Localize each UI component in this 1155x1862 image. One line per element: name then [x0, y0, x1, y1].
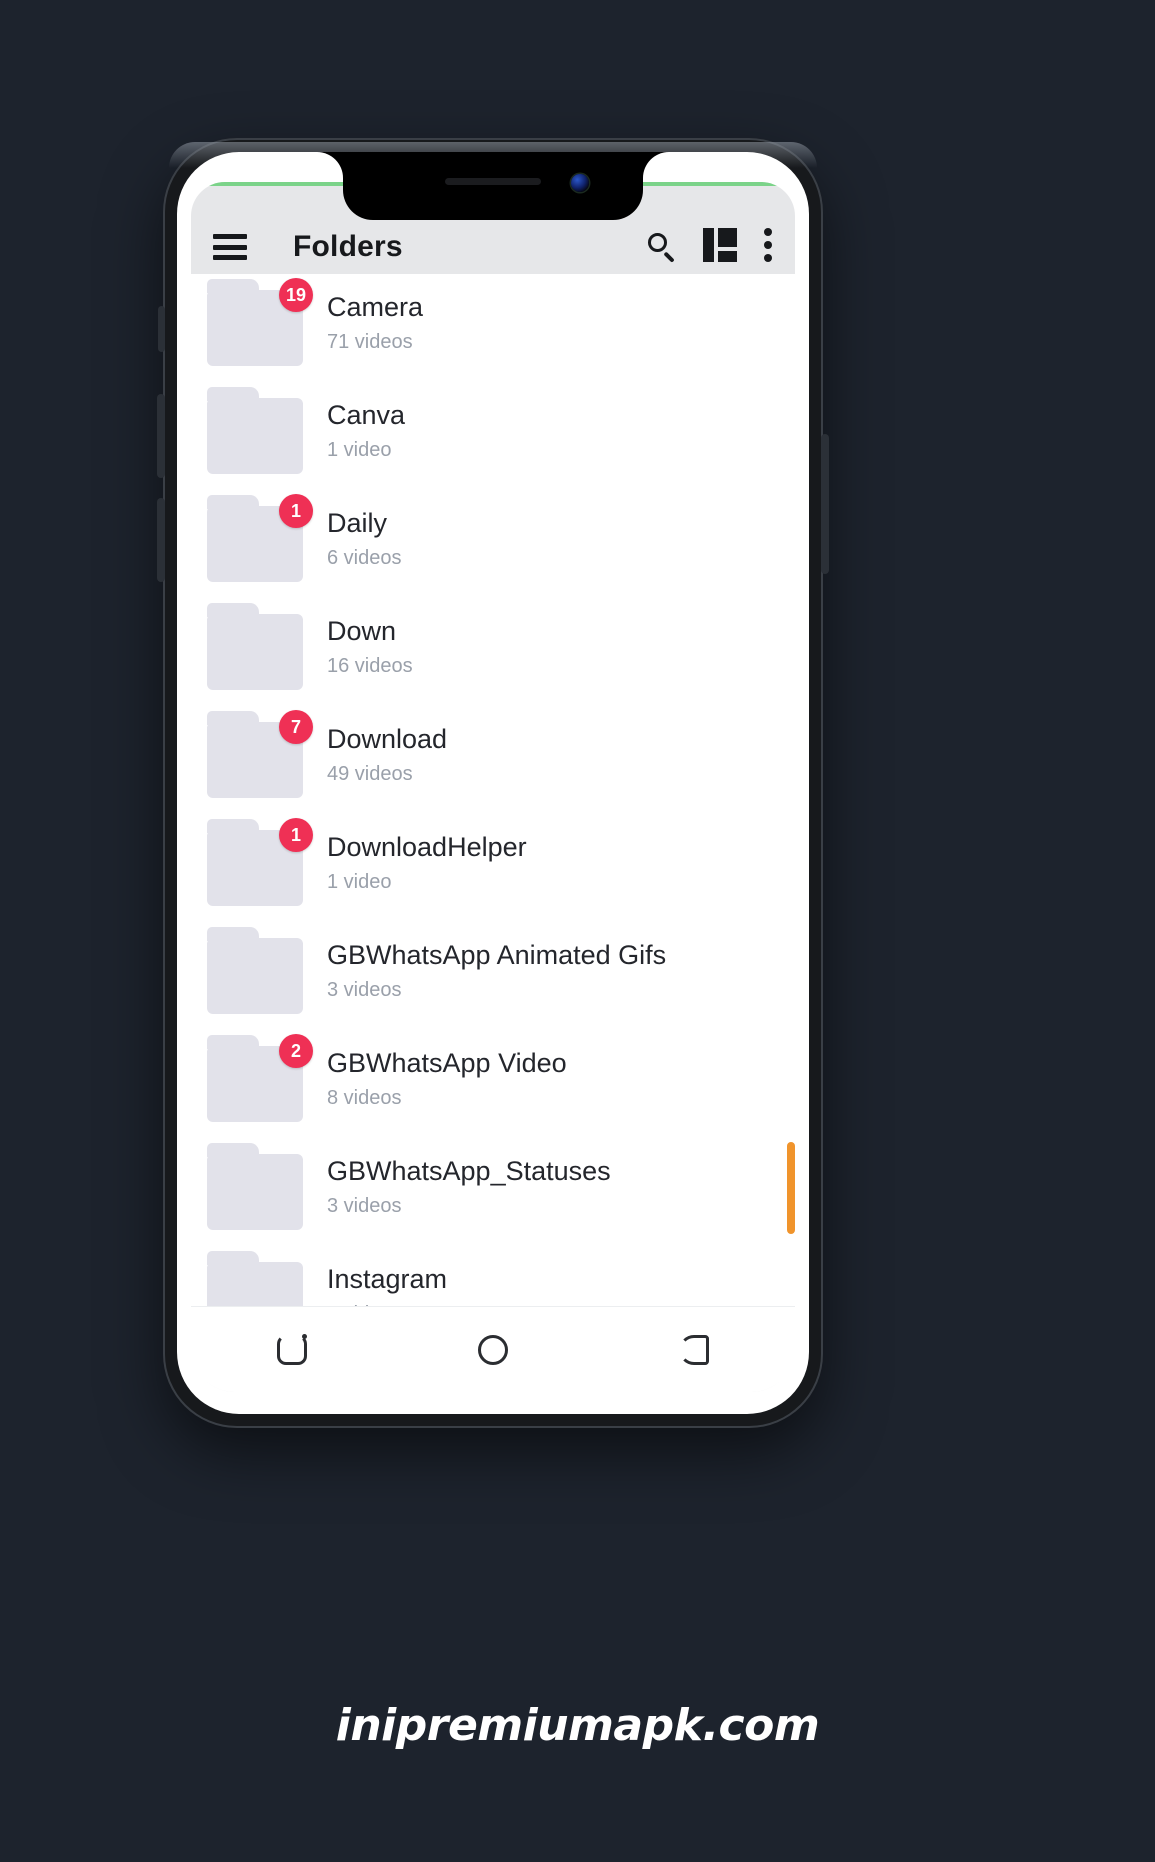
search-icon-handle: [663, 251, 675, 263]
power-button[interactable]: [821, 434, 829, 574]
folder-thumbnail: [201, 926, 309, 1018]
hamburger-menu-icon[interactable]: [213, 234, 247, 260]
new-items-badge: 1: [279, 494, 313, 528]
folder-list-item[interactable]: Down 16 videos: [191, 598, 795, 706]
folder-text-block: Daily 6 videos: [309, 490, 795, 570]
folder-text-block: GBWhatsApp_Statuses 3 videos: [309, 1138, 795, 1218]
folder-thumbnail: 19: [201, 278, 313, 370]
page-title: Folders: [293, 230, 403, 263]
folder-thumbnail: [201, 1142, 309, 1234]
folder-icon: [207, 603, 303, 690]
folder-video-count: 3 videos: [327, 979, 402, 1002]
grid-view-icon[interactable]: [703, 228, 737, 262]
overflow-menu-icon[interactable]: [763, 228, 773, 262]
folder-icon: [207, 387, 303, 474]
folder-video-count: 1 video: [327, 439, 392, 462]
folder-video-count: 8 videos: [327, 1087, 402, 1110]
folder-list-item[interactable]: GBWhatsApp Animated Gifs 3 videos: [191, 922, 795, 1030]
folder-name: GBWhatsApp_Statuses: [327, 1156, 611, 1186]
site-watermark: inipremiumapk.com: [335, 1700, 820, 1751]
folder-icon: [207, 1143, 303, 1230]
folder-thumbnail: [201, 386, 309, 478]
mute-switch-button[interactable]: [158, 306, 165, 352]
folder-text-block: GBWhatsApp Video 8 videos: [309, 1030, 795, 1110]
hamburger-bar: [213, 255, 247, 260]
folder-thumbnail: 1: [201, 818, 313, 910]
folder-name: GBWhatsApp Video: [327, 1048, 567, 1078]
folder-list[interactable]: 19 Camera 71 videos Canva 1 video 1 Daily 6 vid…: [191, 274, 795, 1354]
folder-thumbnail: 2: [201, 1034, 313, 1126]
new-items-badge: 19: [279, 278, 313, 312]
new-items-badge: 7: [279, 710, 313, 744]
folder-name: Instagram: [327, 1264, 448, 1294]
folder-text-block: Down 16 videos: [309, 598, 795, 678]
folder-icon: [207, 927, 303, 1014]
phone-notch: [343, 152, 643, 220]
search-icon[interactable]: [647, 232, 677, 263]
folder-thumbnail: 7: [201, 710, 313, 802]
folder-video-count: 71 videos: [327, 331, 413, 354]
folder-text-block: GBWhatsApp Animated Gifs 3 videos: [309, 922, 795, 1002]
folder-list-item[interactable]: 2 GBWhatsApp Video 8 videos: [191, 1030, 795, 1138]
folder-thumbnail: 1: [201, 494, 313, 586]
back-icon[interactable]: [679, 1334, 710, 1365]
folder-name: Download: [327, 724, 448, 754]
phone-screen-bezel: Folders 19 Camera 71 videos Canva 1 vide…: [177, 152, 809, 1414]
list-scrollbar-thumb[interactable]: [787, 1142, 795, 1234]
folder-name: Down: [327, 616, 397, 646]
folder-video-count: 6 videos: [327, 547, 402, 570]
folder-list-item[interactable]: 19 Camera 71 videos: [191, 274, 795, 382]
folder-video-count: 1 video: [327, 871, 392, 894]
folder-name: Daily: [327, 508, 388, 538]
folder-name: DownloadHelper: [327, 832, 527, 862]
overflow-dot: [764, 228, 772, 236]
folder-list-item[interactable]: 7 Download 49 videos: [191, 706, 795, 814]
folder-text-block: Camera 71 videos: [309, 274, 795, 354]
phone-screen: Folders 19 Camera 71 videos Canva 1 vide…: [177, 152, 809, 1414]
page-root: Folders 19 Camera 71 videos Canva 1 vide…: [0, 0, 1155, 1862]
recents-icon[interactable]: [276, 1333, 307, 1365]
folder-list-item[interactable]: Canva 1 video: [191, 382, 795, 490]
folder-name: Canva: [327, 400, 406, 430]
volume-down-button[interactable]: [157, 498, 165, 582]
search-icon-ring: [648, 233, 667, 252]
folder-list-item[interactable]: 1 DownloadHelper 1 video: [191, 814, 795, 922]
folder-thumbnail: [201, 602, 309, 694]
folder-video-count: 49 videos: [327, 763, 413, 786]
overflow-dot: [764, 254, 772, 262]
hamburger-bar: [213, 244, 247, 250]
folder-list-item[interactable]: 1 Daily 6 videos: [191, 490, 795, 598]
hamburger-bar: [213, 234, 247, 239]
folder-text-block: DownloadHelper 1 video: [309, 814, 795, 894]
front-camera-icon: [571, 174, 589, 192]
grid-tile: [718, 251, 737, 262]
overflow-dot: [764, 241, 772, 249]
folder-list-item[interactable]: GBWhatsApp_Statuses 3 videos: [191, 1138, 795, 1246]
android-nav-bar: [191, 1306, 795, 1392]
earpiece-speaker: [445, 178, 541, 185]
grid-tile: [703, 228, 714, 262]
app-viewport: Folders 19 Camera 71 videos Canva 1 vide…: [191, 182, 795, 1392]
volume-up-button[interactable]: [157, 394, 165, 478]
folder-text-block: Canva 1 video: [309, 382, 795, 462]
phone-mockup: Folders 19 Camera 71 videos Canva 1 vide…: [157, 138, 829, 1428]
folder-text-block: Download 49 videos: [309, 706, 795, 786]
folder-name: GBWhatsApp Animated Gifs: [327, 940, 667, 970]
new-items-badge: 1: [279, 818, 313, 852]
folder-video-count: 16 videos: [327, 655, 413, 678]
new-items-badge: 2: [279, 1034, 313, 1068]
home-icon[interactable]: [477, 1334, 508, 1365]
folder-video-count: 3 videos: [327, 1195, 402, 1218]
folder-name: Camera: [327, 292, 424, 322]
grid-tile: [718, 228, 737, 247]
